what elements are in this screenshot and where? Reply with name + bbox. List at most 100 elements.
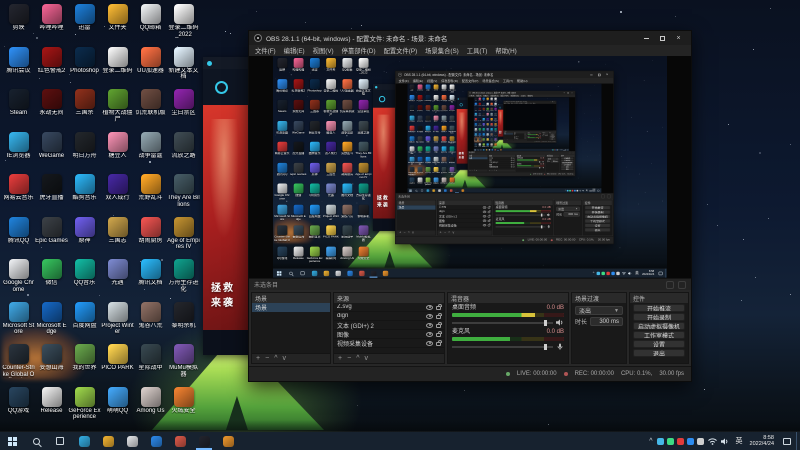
taskbar-clock[interactable]: 8:58 2022/4/24 <box>746 432 778 450</box>
menu-help[interactable]: 帮助(H) <box>495 46 516 55</box>
desktop-icon[interactable]: 火绒安全 <box>167 386 200 430</box>
taskbar-app-microsoft-edge[interactable] <box>144 432 168 450</box>
desktop-icon[interactable]: 剪映 <box>2 4 35 47</box>
desktop-icon[interactable]: Steam <box>2 89 35 132</box>
desktop-icon[interactable]: GeForce Experience <box>68 386 101 430</box>
source-row[interactable]: 视频采集设备 <box>334 339 444 348</box>
scene-down-button[interactable]: v <box>282 355 286 362</box>
desktop-icon[interactable]: Among Us <box>134 386 167 430</box>
search-button[interactable] <box>24 432 48 450</box>
source-remove-button[interactable]: − <box>347 355 351 362</box>
obs-preview[interactable]: 剪映 腾讯会议 Steam IE浏览器 网易云音乐 腾讯QQ Google Chrome Mi… <box>249 56 691 278</box>
eye-icon[interactable] <box>426 331 433 337</box>
desktop-icon[interactable]: 腾讯文档 <box>134 259 167 302</box>
desktop-icon[interactable]: PICO PARK <box>101 344 134 387</box>
scene-add-button[interactable]: + <box>256 355 260 362</box>
start-streaming-button[interactable]: 开始推流 <box>633 304 685 312</box>
desktop-icon[interactable]: 虎牙直播 <box>35 174 68 217</box>
task-view-button[interactable] <box>48 432 72 450</box>
desktop-icon[interactable]: 妄想山海 <box>35 344 68 387</box>
taskbar-app-file-explorer[interactable] <box>96 432 120 450</box>
volume-slider[interactable] <box>452 319 553 326</box>
close-button[interactable]: × <box>671 32 686 44</box>
desktop-icon[interactable]: Project Winter <box>101 301 134 345</box>
desktop-icon[interactable]: 方舟生存进化 <box>167 259 200 302</box>
desktop-icon[interactable]: MuMu模拟器 <box>167 344 200 387</box>
volume-icon[interactable] <box>720 437 729 445</box>
desktop-icon[interactable]: 文件夹 <box>101 4 134 47</box>
desktop-icon[interactable]: 糖豆人 <box>101 131 134 175</box>
eye-icon[interactable] <box>426 322 433 328</box>
obs-titlebar[interactable]: OBS 28.1.1 (64-bit, windows) - 配置文件: 未命名… <box>249 31 691 45</box>
desktop-icon[interactable]: 尘白禁区 <box>167 89 200 132</box>
desktop-icon[interactable]: QQ音乐 <box>68 259 101 302</box>
desktop-icon[interactable]: 酷狗音乐 <box>68 174 101 217</box>
transition-select[interactable]: 淡出 ▼ <box>575 306 623 315</box>
lock-icon[interactable] <box>436 304 442 310</box>
desktop-icon[interactable]: UU加速器 <box>134 46 167 90</box>
taskbar-app-wegame[interactable] <box>216 432 240 450</box>
eye-icon[interactable] <box>426 304 433 310</box>
desktop-icon[interactable]: IE浏览器 <box>2 131 35 175</box>
desktop-icon[interactable]: Photoshop <box>68 46 101 90</box>
taskbar-app-obs-studio[interactable] <box>192 432 216 450</box>
desktop-icon[interactable]: 网易云音乐 <box>2 174 35 217</box>
desktop-icon[interactable]: 胡闹厨房 <box>134 216 167 260</box>
source-add-button[interactable]: + <box>338 355 342 362</box>
desktop-icon[interactable]: Microsoft Edge <box>35 301 68 345</box>
desktop-icon[interactable]: 永劫无间 <box>35 89 68 132</box>
lock-icon[interactable] <box>436 331 442 337</box>
action-center-button[interactable] <box>778 432 796 450</box>
tray-expand-button[interactable]: ^ <box>649 438 652 445</box>
desktop-icon[interactable]: 荒野乱斗 <box>134 174 167 217</box>
desktop-icon[interactable]: QQ邮箱 <box>134 4 167 47</box>
desktop-icon[interactable]: 明日方舟 <box>68 131 101 175</box>
exit-button[interactable]: 退出 <box>633 349 685 357</box>
desktop-icon[interactable]: 腾讯QQ <box>2 216 35 260</box>
source-up-button[interactable]: ^ <box>356 355 359 362</box>
speaker-icon[interactable] <box>556 319 564 326</box>
desktop-icon[interactable]: 星际战甲 <box>134 344 167 387</box>
scene-item[interactable]: 场景 <box>252 303 330 312</box>
lock-icon[interactable] <box>436 313 442 319</box>
desktop-icon[interactable]: 新建文本文档 <box>167 46 200 90</box>
wechat-tray-icon[interactable] <box>666 437 674 445</box>
context-undo-icon[interactable] <box>666 280 674 289</box>
lock-icon[interactable] <box>436 340 442 346</box>
desktop-icon[interactable]: Counter-Strike Global Offensive <box>2 344 35 387</box>
desktop-icon[interactable]: 三国杀 <box>68 89 101 132</box>
desktop-icon[interactable]: 植物大战僵尸 <box>101 89 134 132</box>
menu-edit[interactable]: 编辑(E) <box>284 46 305 55</box>
scene-up-button[interactable]: ^ <box>274 355 277 362</box>
desktop-icon[interactable]: 百度网盘 <box>68 301 101 345</box>
menu-docks[interactable]: 停靠部件(D) <box>342 46 376 55</box>
duration-spinbox[interactable]: 300 ms <box>590 317 623 326</box>
menu-scene-collection[interactable]: 场景集合(S) <box>425 46 459 55</box>
desktop-icon[interactable]: 流放之路 <box>167 131 200 175</box>
desktop-icon[interactable]: 登录二维码_2022 <box>167 4 200 47</box>
menu-file[interactable]: 文件(F) <box>255 46 276 55</box>
desktop-icon[interactable]: Epic Games <box>35 216 68 260</box>
desktop-icon[interactable]: 双人成行 <box>101 174 134 217</box>
desktop-icon[interactable]: 登录二维码 <box>101 46 134 90</box>
desktop-icon[interactable]: 微信 <box>35 259 68 302</box>
desktop-icon[interactable]: 饥荒联机版 <box>134 89 167 132</box>
minimize-button[interactable] <box>639 32 654 44</box>
taskbar-app-internet-explorer[interactable] <box>72 432 96 450</box>
lock-icon[interactable] <box>436 322 442 328</box>
desktop-icon[interactable]: Google Chrome <box>2 259 35 302</box>
studio-mode-button[interactable]: 工作室模式 <box>633 331 685 339</box>
maximize-button[interactable] <box>655 32 670 44</box>
desktop-icon[interactable]: Microsoft Store <box>2 301 35 345</box>
eye-icon[interactable] <box>426 313 433 319</box>
input-language-indicator[interactable]: 英 <box>733 432 746 450</box>
wifi-icon[interactable] <box>707 437 717 445</box>
desktop-icon[interactable]: 哔哩哔哩 <box>35 4 68 47</box>
menu-view[interactable]: 视图(V) <box>313 46 334 55</box>
microphone-icon[interactable] <box>556 343 564 350</box>
scene-remove-button[interactable]: − <box>265 355 269 362</box>
menu-tools[interactable]: 工具(T) <box>467 46 488 55</box>
desktop-icon[interactable]: 迅雷 <box>68 4 101 47</box>
context-redo-icon[interactable] <box>678 280 686 289</box>
desktop-icon[interactable]: 我的世界 <box>68 344 101 387</box>
